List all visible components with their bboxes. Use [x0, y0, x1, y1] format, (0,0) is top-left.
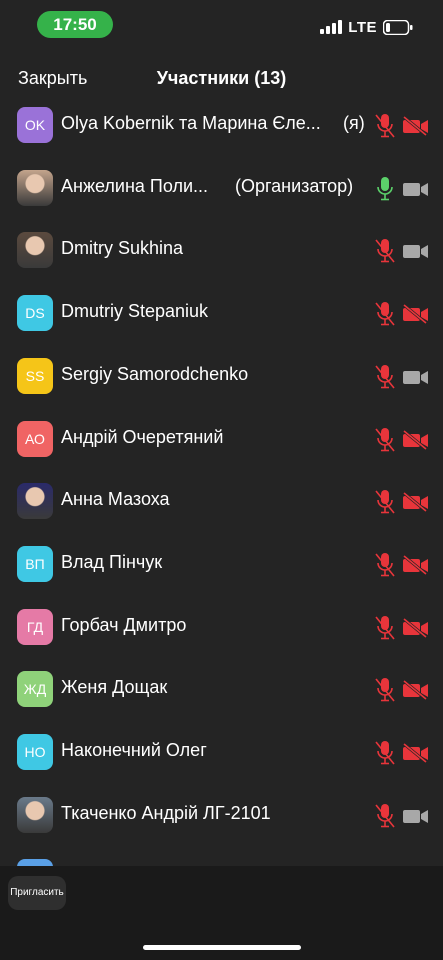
avatar	[17, 859, 53, 866]
microphone-muted-icon[interactable]	[374, 489, 396, 515]
avatar-photo	[17, 232, 53, 269]
participant-name: Андрій Очеретяний	[61, 426, 224, 447]
camera-off-icon[interactable]	[402, 429, 429, 450]
camera-off-icon[interactable]	[402, 116, 429, 136]
camera-icon[interactable]	[402, 241, 429, 261]
participant-row[interactable]: ЖД Женя Дощак	[0, 658, 443, 720]
avatar: ВП	[17, 545, 53, 582]
avatar-photo	[17, 169, 53, 206]
navigation-bar: Закрыть Участники (13)	[0, 58, 443, 98]
participant-row[interactable]: Dmitry Sukhina	[0, 219, 443, 281]
status-time: 17:50	[37, 11, 113, 38]
participant-row[interactable]	[0, 846, 443, 866]
participant-name: Dmitry Sukhina	[61, 238, 184, 259]
participant-name: Анжелина Поли...	[61, 175, 209, 196]
avatar: ЖД	[17, 671, 53, 708]
avatar: DS	[17, 295, 53, 332]
network-type: LTE	[348, 18, 377, 36]
home-indicator	[143, 945, 301, 950]
camera-off-icon[interactable]	[402, 492, 429, 513]
microphone-muted-icon[interactable]	[374, 740, 396, 766]
camera-off-icon[interactable]	[402, 680, 429, 701]
microphone-muted-icon[interactable]	[374, 803, 396, 829]
participant-row[interactable]: SS Sergiy Samorodchenko	[0, 345, 443, 407]
participant-name: Ткаченко Андрій ЛГ-2101	[61, 802, 271, 823]
microphone-muted-icon[interactable]	[374, 301, 396, 327]
participant-row[interactable]: Анжелина Поли... (Организатор)	[0, 157, 443, 219]
avatar: SS	[17, 357, 53, 394]
participant-row[interactable]: АО Андрій Очеретяний	[0, 408, 443, 470]
participant-name: Наконечний Олег	[61, 740, 207, 760]
camera-icon[interactable]	[402, 367, 429, 387]
avatar-photo	[17, 796, 53, 833]
camera-off-icon[interactable]	[402, 617, 429, 638]
participant-name: Горбач Дмитро	[61, 614, 187, 635]
microphone-muted-icon[interactable]	[374, 113, 396, 139]
camera-off-icon[interactable]	[402, 554, 429, 575]
participant-name: Женя Дощак	[61, 677, 168, 698]
participant-row[interactable]: DS Dmutriy Stepaniuk	[0, 282, 443, 344]
avatar: OK	[17, 107, 53, 143]
invite-button[interactable]: Пригласить	[8, 876, 66, 910]
camera-off-icon[interactable]	[402, 743, 429, 763]
participant-name: Анна Мазоха	[61, 489, 170, 510]
signal-icon	[320, 20, 343, 34]
participant-row[interactable]: ВП Влад Пінчук	[0, 533, 443, 595]
microphone-muted-icon[interactable]	[374, 615, 396, 641]
participant-role: (Организатор)	[235, 175, 354, 196]
camera-icon[interactable]	[402, 806, 429, 826]
status-indicators: LTE	[320, 18, 413, 36]
participant-row[interactable]: OK Olya Kobernik та Марина Єле... (я)	[0, 94, 443, 156]
microphone-muted-icon[interactable]	[374, 364, 396, 390]
camera-icon[interactable]	[402, 179, 429, 199]
microphone-muted-icon[interactable]	[374, 677, 396, 703]
participant-row[interactable]: Анна Мазоха	[0, 470, 443, 532]
avatar: АО	[17, 420, 53, 457]
participant-row[interactable]: ГД Горбач Дмитро	[0, 596, 443, 658]
participant-role: (я)	[343, 113, 365, 133]
camera-off-icon[interactable]	[402, 304, 429, 325]
participant-name: Sergiy Samorodchenko	[61, 363, 249, 384]
participant-row[interactable]: Ткаченко Андрій ЛГ-2101	[0, 784, 443, 846]
battery-icon	[383, 19, 413, 35]
participant-name: Olya Kobernik та Марина Єле...	[61, 113, 321, 133]
page-title: Участники (13)	[156, 68, 287, 88]
microphone-icon[interactable]	[374, 176, 396, 202]
avatar: НО	[17, 734, 53, 770]
participant-list[interactable]: OK Olya Kobernik та Марина Єле... (я) Анжел…	[0, 94, 443, 866]
microphone-muted-icon[interactable]	[374, 552, 396, 578]
participant-row[interactable]: НО Наконечний Олег	[0, 721, 443, 783]
microphone-muted-icon[interactable]	[374, 238, 396, 264]
status-bar: 17:50 LTE	[0, 0, 443, 52]
avatar: ГД	[17, 608, 53, 645]
participant-name: Влад Пінчук	[61, 551, 163, 572]
avatar-photo	[17, 483, 53, 520]
microphone-muted-icon[interactable]	[374, 427, 396, 453]
participant-name: Dmutriy Stepaniuk	[61, 301, 209, 322]
bottom-toolbar: Пригласить	[0, 866, 443, 960]
